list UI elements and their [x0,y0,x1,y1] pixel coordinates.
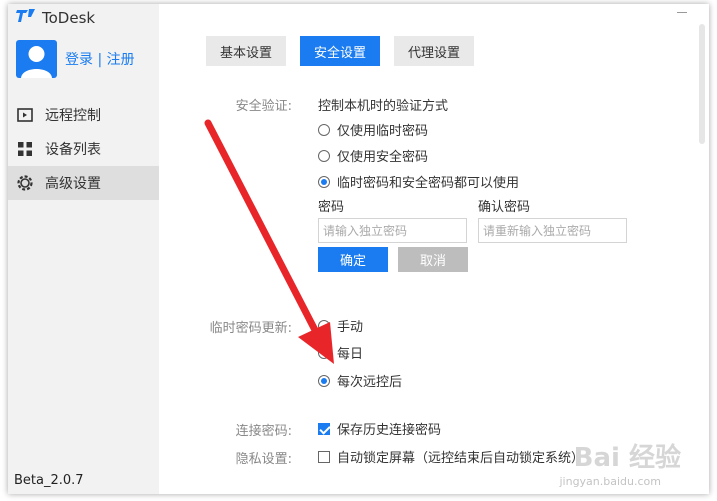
radio-indicator [318,123,330,136]
tab-proxy-settings[interactable]: 代理设置 [394,36,475,66]
checkbox-indicator [318,422,330,435]
minimize-button[interactable] [677,12,687,13]
sidebar-item-remote-control[interactable]: 远程控制 [8,98,159,132]
conn-password-label: 连接密码: [235,424,292,439]
radio-update-daily[interactable]: 每日 [318,343,363,362]
radio-indicator [318,374,330,387]
privacy-label: 隐私设置: [235,452,292,467]
app-title: ToDesk [42,9,96,27]
checkbox-indicator [318,450,330,463]
radio-both-passwords[interactable]: 临时密码和安全密码都可以使用 [318,172,519,191]
scrollbar[interactable] [699,24,705,144]
radio-update-after-each-session[interactable]: 每次远控后 [318,371,402,390]
security-verify-description: 控制本机时的验证方式 [318,99,449,114]
password-input[interactable] [318,218,467,243]
temp-update-label: 临时密码更新: [209,321,292,336]
sidebar-item-advanced-settings[interactable]: 高级设置 [8,166,159,200]
login-register-link[interactable]: 登录 | 注册 [65,49,135,69]
radio-indicator [318,319,330,332]
sidebar-item-label: 高级设置 [45,176,101,192]
sidebar-item-label: 设备列表 [45,142,101,158]
sidebar-item-label: 远程控制 [45,108,101,124]
remote-control-icon [16,106,34,124]
gear-icon [16,174,34,192]
tab-security-settings[interactable]: 安全设置 [300,36,381,66]
radio-update-manual[interactable]: 手动 [318,316,363,335]
checkbox-label: 保存历史连接密码 [337,423,442,438]
user-panel: 登录 | 注册 [16,40,135,78]
ok-button[interactable]: 确定 [318,247,388,272]
radio-label: 临时密码和安全密码都可以使用 [337,176,520,191]
security-verify-label: 安全验证: [235,99,292,114]
version-label: Beta_2.0.7 [14,473,84,488]
settings-tabs: 基本设置 安全设置 代理设置 [206,36,475,66]
watermark: Bai 经验 [573,443,681,473]
radio-temp-password-only[interactable]: 仅使用临时密码 [318,120,428,139]
password-label: 密码 [318,200,345,215]
cancel-button[interactable]: 取消 [398,247,468,272]
confirm-password-input[interactable] [478,218,627,243]
radio-label: 仅使用临时密码 [337,124,429,139]
sidebar: ToDesk 登录 | 注册 远程控制 设备列表 高级设置 Beta_2.0.7 [8,4,159,494]
confirm-password-label: 确认密码 [478,200,531,215]
radio-label: 每日 [337,347,364,362]
radio-secure-password-only[interactable]: 仅使用安全密码 [318,146,428,165]
tab-basic-settings[interactable]: 基本设置 [206,36,287,66]
grid-icon [16,140,34,158]
brand: ToDesk [16,8,95,28]
auto-lock-screen-checkbox[interactable]: 自动锁定屏幕（远控结束后自动锁定系统） [318,447,584,466]
radio-label: 手动 [337,320,364,335]
sidebar-nav: 远程控制 设备列表 高级设置 [8,98,159,200]
radio-indicator [318,149,330,162]
app-window: ToDesk 登录 | 注册 远程控制 设备列表 高级设置 Beta_2.0.7… [8,4,709,494]
radio-indicator [318,346,330,359]
sidebar-item-device-list[interactable]: 设备列表 [8,132,159,166]
save-history-password-checkbox[interactable]: 保存历史连接密码 [318,419,441,438]
radio-label: 每次远控后 [337,375,403,390]
todesk-logo-icon [16,8,36,28]
watermark-url: jingyan.baidu.com [559,475,661,488]
avatar[interactable] [16,40,57,78]
radio-indicator [318,175,330,188]
checkbox-label: 自动锁定屏幕（远控结束后自动锁定系统） [337,451,585,466]
radio-label: 仅使用安全密码 [337,150,429,165]
